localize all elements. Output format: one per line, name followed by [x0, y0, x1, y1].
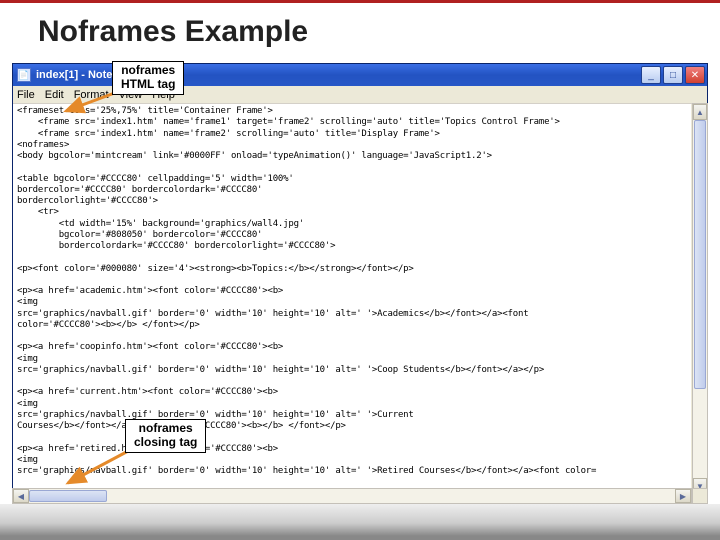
scroll-left-button[interactable]: ◀ — [13, 489, 29, 503]
minimize-button[interactable]: _ — [641, 66, 661, 84]
close-button[interactable]: ✕ — [685, 66, 705, 84]
menu-file[interactable]: File — [17, 89, 35, 101]
scroll-track-horizontal[interactable] — [29, 489, 675, 503]
scroll-right-button[interactable]: ▶ — [675, 489, 691, 503]
scroll-thumb-vertical[interactable] — [694, 120, 706, 389]
scroll-up-button[interactable]: ▲ — [693, 104, 707, 120]
vertical-scrollbar[interactable]: ▲ ▼ — [692, 103, 708, 495]
callout-noframes-open: noframes HTML tag — [112, 61, 184, 95]
callout-line: noframes — [134, 422, 197, 436]
slide-footer-shadow — [0, 504, 720, 536]
scroll-thumb-horizontal[interactable] — [29, 490, 107, 502]
callout-line: closing tag — [134, 436, 197, 450]
callout-line: HTML tag — [121, 78, 175, 92]
callout-noframes-close: noframes closing tag — [125, 419, 206, 453]
scroll-track-vertical[interactable] — [693, 120, 707, 478]
scroll-corner — [692, 488, 708, 504]
horizontal-scrollbar[interactable]: ◀ ▶ — [12, 488, 692, 504]
callout-line: noframes — [121, 64, 175, 78]
notepad-icon: 📄 — [17, 68, 31, 82]
maximize-button[interactable]: □ — [663, 66, 683, 84]
slide-title: Noframes Example — [0, 3, 720, 57]
